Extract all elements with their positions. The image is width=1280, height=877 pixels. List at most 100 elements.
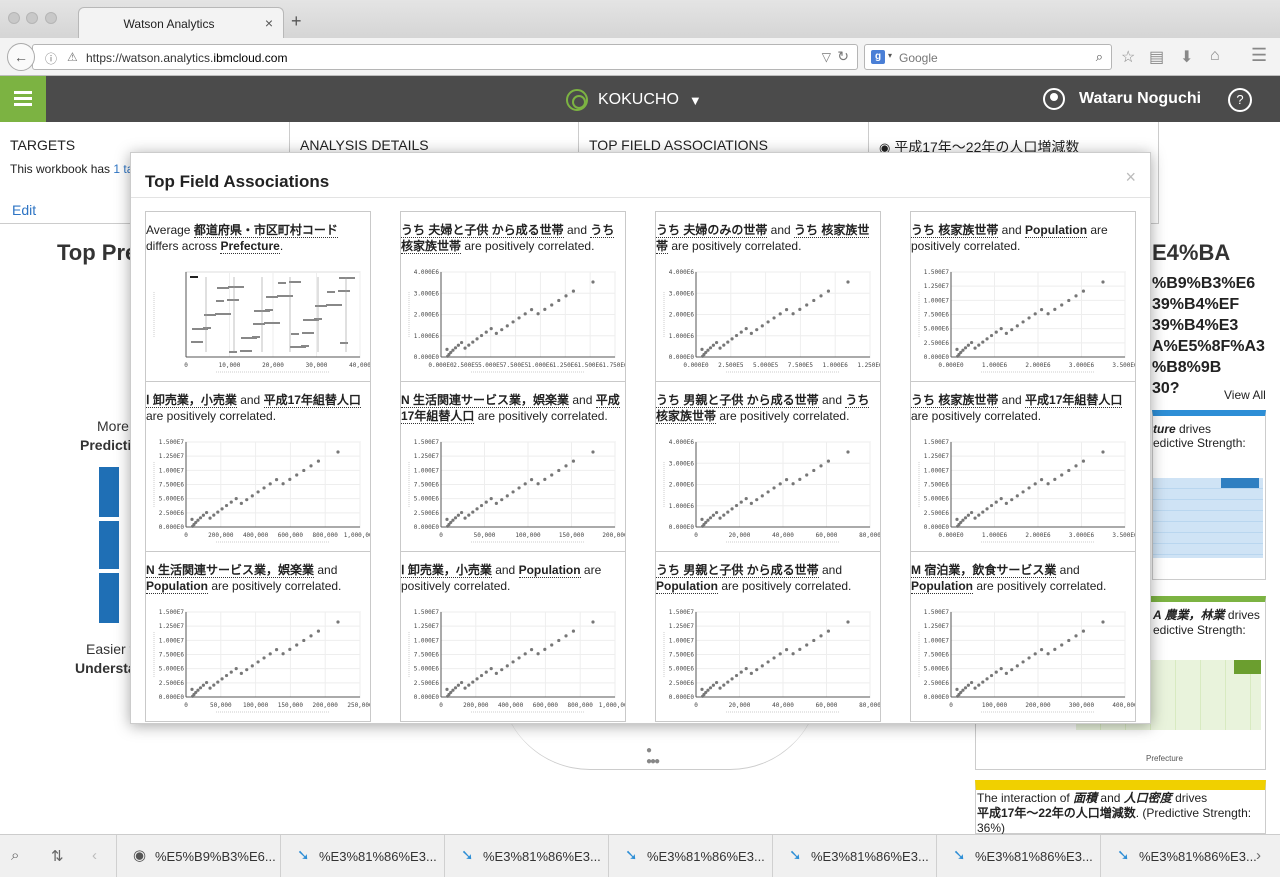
association-card[interactable]: うち 男親と子供 から成る世帯 and Population are posit… xyxy=(655,551,881,722)
hamburger-menu-button[interactable] xyxy=(0,76,46,122)
dialog-title: Top Field Associations xyxy=(145,172,330,191)
scatter-point xyxy=(1067,638,1071,643)
scatter-point xyxy=(973,686,977,690)
edit-link[interactable]: Edit xyxy=(12,202,36,218)
bottom-tab[interactable]: ➘ %E3%81%86%E3... xyxy=(936,835,1100,877)
insight-card-3[interactable]: The interaction of 面積 and 人口密度 drives 平成1… xyxy=(975,780,1266,835)
engine-dropdown-icon[interactable]: ▾ xyxy=(888,51,892,60)
scatter-point xyxy=(505,664,509,668)
predictive-label: Predicti xyxy=(80,437,132,453)
scatter-point xyxy=(989,333,994,338)
association-card[interactable]: Ⅰ 卸売業，小売業 and Population are positively … xyxy=(400,551,626,722)
x-tick-label: 0 xyxy=(184,362,188,369)
association-card[interactable]: うち 核家族世帯 and 平成17年組替人口 are positively co… xyxy=(910,381,1136,552)
field-name: Population xyxy=(146,579,208,594)
dropdown-icon[interactable]: ▽ xyxy=(822,50,831,64)
scatter-point xyxy=(1015,664,1019,668)
bottom-tab[interactable]: ◉ %E5%B9%B3%E6... xyxy=(116,835,280,877)
minimize-window-icon[interactable] xyxy=(26,12,38,24)
scatter-point xyxy=(479,333,484,338)
y-tick-label: 1.000E7 xyxy=(159,467,185,474)
association-card[interactable]: うち 夫婦のみの世帯 and うち 核家族世帯 are positively c… xyxy=(655,211,881,382)
scatter-point xyxy=(700,687,704,691)
scatter-point xyxy=(1046,652,1050,656)
scatter-point xyxy=(484,330,488,334)
bottom-tab[interactable]: ➘ %E3%81%86%E3... xyxy=(280,835,444,877)
scatter-point xyxy=(791,482,795,486)
scatter-point xyxy=(760,664,764,668)
y-tick-label: 1.000E7 xyxy=(159,637,185,644)
reload-icon[interactable]: ↻ xyxy=(837,48,849,65)
project-selector[interactable]: KOKUCHO ▼ xyxy=(566,89,702,111)
x-tick-label: 1.000E6 xyxy=(982,532,1008,539)
scatter-point xyxy=(969,680,974,685)
y-tick-label: 1.000E7 xyxy=(414,637,440,644)
scatter-point xyxy=(268,652,272,656)
browser-menu-icon[interactable]: ☰ xyxy=(1251,45,1267,66)
scatter-point xyxy=(819,464,823,468)
association-chart: 0 200,000 400,000 600,000 800,000 1,000,000 0.… xyxy=(408,609,625,713)
bottom-tab[interactable]: ➘ %E3%81%86%E3... xyxy=(444,835,608,877)
association-description: うち 男親と子供 から成る世帯 and うち 核家族世帯 are positiv… xyxy=(656,393,870,424)
x-tick-label: 1.250E6 xyxy=(553,362,579,369)
browser-tab[interactable]: Watson Analytics × xyxy=(78,7,284,39)
bg-bar xyxy=(99,467,119,517)
search-bar[interactable]: g ▾ Google ⌕ xyxy=(864,44,1112,70)
search-icon[interactable]: ⌕ xyxy=(1096,49,1103,65)
x-tick-label: 0 xyxy=(949,702,953,709)
download-icon[interactable]: ⬇ xyxy=(1180,47,1193,67)
bar-mark xyxy=(339,277,355,279)
bar-mark xyxy=(291,333,299,335)
close-icon[interactable]: × xyxy=(1125,167,1136,188)
site-info-icon[interactable]: ⓘ xyxy=(45,50,57,67)
close-window-icon[interactable] xyxy=(8,12,20,24)
association-card[interactable]: うち 男親と子供 から成る世帯 and うち 核家族世帯 are positiv… xyxy=(655,381,881,552)
bottom-tab[interactable]: ➘ %E3%81%86%E3... xyxy=(772,835,936,877)
scatter-point xyxy=(1074,464,1078,468)
scatter-point xyxy=(1060,643,1064,647)
zoom-window-icon[interactable] xyxy=(45,12,57,24)
bottom-tab[interactable]: ➘ %E3%81%86%E3... xyxy=(1100,835,1264,877)
home-icon[interactable]: ⌂ xyxy=(1210,47,1220,65)
search-icon[interactable]: ⌕ xyxy=(11,847,19,864)
scatter-point xyxy=(201,683,205,687)
scatter-point xyxy=(1027,316,1031,320)
view-all-link[interactable]: View All xyxy=(1224,388,1266,402)
bottom-tab[interactable]: ➘ %E3%81%86%E3... xyxy=(608,835,772,877)
new-tab-button[interactable]: + xyxy=(291,11,302,32)
scatter-point xyxy=(281,482,285,486)
scatter-point xyxy=(700,517,704,521)
insight-card-1[interactable]: ture drives edictive Strength: xyxy=(1152,410,1266,580)
scatter-point xyxy=(201,513,205,517)
tab-close-icon[interactable]: × xyxy=(265,15,273,31)
chevron-right-icon[interactable]: › xyxy=(1256,847,1261,864)
bar-mark xyxy=(241,337,257,339)
url-bar[interactable]: ⓘ ⚠ https://watson.analytics.ibmcloud.co… xyxy=(32,44,858,70)
x-tick-label: 0 xyxy=(694,532,698,539)
scatter-point xyxy=(500,498,504,502)
bottom-tab-bar: ⌕ ⇅ ‹ ◉ %E5%B9%B3%E6... ➘ %E3%81%86%E3... ➘%… xyxy=(0,834,1280,877)
user-menu[interactable]: Wataru Noguchi xyxy=(1043,88,1201,110)
google-icon: g xyxy=(871,50,885,64)
x-tick-label: 30,000 xyxy=(306,362,328,369)
scatter-point xyxy=(220,677,224,681)
scatter-point xyxy=(1081,629,1086,633)
reading-list-icon[interactable]: ▤ xyxy=(1149,47,1164,67)
back-button[interactable]: ← xyxy=(7,43,35,71)
bookmark-star-icon[interactable]: ☆ xyxy=(1121,47,1135,67)
help-button[interactable]: ? xyxy=(1228,88,1252,112)
scatter-point xyxy=(229,670,233,674)
association-card[interactable]: N 生活関連サービス業，娯楽業 and 平成17年組替人口 are positi… xyxy=(400,381,626,552)
association-card[interactable]: うち 核家族世帯 and Population are positively c… xyxy=(910,211,1136,382)
y-tick-label: 1.500E7 xyxy=(924,439,950,446)
association-card[interactable]: M 宿泊業，飲食サービス業 and Population are positiv… xyxy=(910,551,1136,722)
association-card[interactable]: Ⅰ 卸売業，小売業 and 平成17年組替人口 are positively c… xyxy=(145,381,371,552)
association-card[interactable]: Average 都道府県・市区町村コード differs across Pref… xyxy=(145,211,371,382)
association-card[interactable]: N 生活関連サービス業，娯楽業 and Population are posit… xyxy=(145,551,371,722)
x-tick-label: 50,000 xyxy=(474,532,496,539)
scatter-point xyxy=(475,337,479,341)
scatter-point xyxy=(489,667,493,671)
association-card[interactable]: うち 夫婦と子供 から成る世帯 and うち 核家族世帯 are positiv… xyxy=(400,211,626,382)
sort-icon[interactable]: ⇅ xyxy=(51,847,64,865)
chevron-left-icon[interactable]: ‹ xyxy=(92,847,97,864)
